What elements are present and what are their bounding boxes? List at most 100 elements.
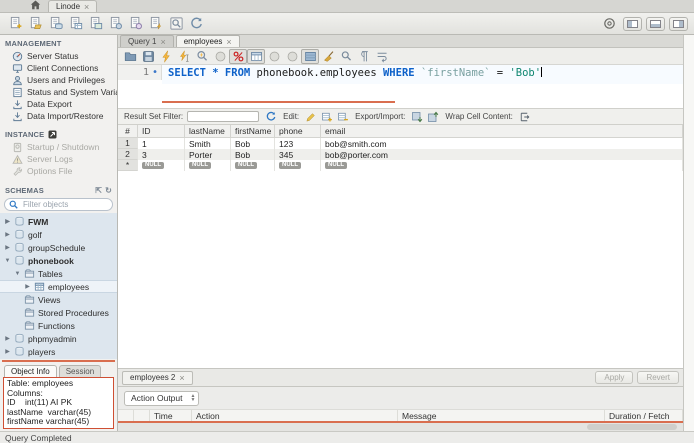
table-row[interactable]: * NULL NULL NULL NULL NULL <box>118 160 683 171</box>
connection-tab-linode[interactable]: Linode × <box>48 0 98 12</box>
grid-cell[interactable]: 123 <box>275 138 321 149</box>
commit-icon[interactable] <box>265 49 283 64</box>
expand-schemas-icon[interactable]: ⇱ <box>95 186 102 195</box>
reconnect-dbms-icon[interactable] <box>186 15 206 32</box>
grid-cell[interactable]: bob@smith.com <box>321 138 683 149</box>
sidebar-item-server-logs[interactable]: Server Logs <box>0 153 117 165</box>
toggle-bottom-panel-icon[interactable] <box>646 16 665 31</box>
grid-cell[interactable]: Bob <box>231 149 275 160</box>
execute-icon[interactable] <box>157 49 175 64</box>
insert-row-icon[interactable] <box>319 110 335 124</box>
rollback-icon[interactable] <box>283 49 301 64</box>
grid-cell[interactable]: NULL <box>138 160 185 171</box>
scrollbar-thumb[interactable] <box>587 424 677 430</box>
create-view-icon[interactable] <box>86 15 106 32</box>
save-script-icon[interactable] <box>139 49 157 64</box>
home-tab[interactable] <box>22 0 48 12</box>
sidebar-item-data-export[interactable]: Data Export <box>0 98 117 110</box>
open-sql-script-icon[interactable] <box>26 15 46 32</box>
tree-item-stored-procedures[interactable]: Stored Procedures <box>0 306 117 319</box>
sidebar-divider[interactable] <box>2 360 115 362</box>
grid-cell[interactable]: NULL <box>275 160 321 171</box>
tab-object-info[interactable]: Object Info <box>4 365 57 377</box>
output-scrollbar[interactable] <box>118 423 683 431</box>
import-records-icon[interactable] <box>425 110 441 124</box>
wrap-text-icon[interactable] <box>373 49 391 64</box>
schema-filter-input[interactable] <box>21 199 101 210</box>
tree-item-groupschedule[interactable]: ▶ groupSchedule <box>0 241 117 254</box>
tab-session[interactable]: Session <box>58 365 102 377</box>
create-trigger-icon[interactable] <box>146 15 166 32</box>
tree-item-golf[interactable]: ▶ golf <box>0 228 117 241</box>
export-recordset-icon[interactable] <box>409 110 425 124</box>
apply-button[interactable]: Apply <box>595 371 634 384</box>
find-icon[interactable] <box>337 49 355 64</box>
result-tab-employees-2[interactable]: employees 2 × <box>122 370 193 385</box>
create-table-icon[interactable] <box>66 15 86 32</box>
search-table-data-icon[interactable] <box>166 15 186 32</box>
new-sql-tab-icon[interactable] <box>6 15 26 32</box>
toggle-left-panel-icon[interactable] <box>623 16 642 31</box>
tree-item-views[interactable]: Views <box>0 293 117 306</box>
tab-employees[interactable]: employees × <box>175 35 240 47</box>
chevron-right-icon[interactable]: ▶ <box>4 231 11 238</box>
sql-code-editor[interactable]: 1 • SELECT * FROM phonebook.employees WHE… <box>118 65 683 103</box>
grid-cell[interactable]: 1 <box>138 138 185 149</box>
clear-query-icon[interactable] <box>319 49 337 64</box>
toggle-autocommit-icon[interactable] <box>229 48 247 64</box>
sidebar-item-data-import-restore[interactable]: Data Import/Restore <box>0 110 117 122</box>
tab-query-1[interactable]: Query 1 × <box>120 35 174 47</box>
tree-item-fwm[interactable]: ▶ FWM <box>0 215 117 228</box>
grid-cell[interactable]: 3 <box>138 149 185 160</box>
sidebar-item-startup-shutdown[interactable]: Startup / Shutdown <box>0 141 117 153</box>
chevron-right-icon[interactable]: ▶ <box>4 244 11 251</box>
refresh-icon[interactable] <box>263 110 279 124</box>
grid-cell[interactable]: Bob <box>231 138 275 149</box>
toggle-limit-rows-icon[interactable] <box>301 48 319 64</box>
toggle-right-panel-icon[interactable] <box>669 16 688 31</box>
close-icon[interactable]: × <box>226 37 231 46</box>
tree-item-phpmyadmin[interactable]: ▶ phpmyadmin <box>0 332 117 345</box>
chevron-down-icon[interactable]: ▼ <box>14 271 21 277</box>
grid-cell[interactable]: Smith <box>185 138 231 149</box>
grid-cell[interactable]: NULL <box>321 160 683 171</box>
explain-icon[interactable] <box>193 49 211 64</box>
chevron-right-icon[interactable]: ▶ <box>4 348 11 355</box>
create-procedure-icon[interactable] <box>106 15 126 32</box>
tree-item-functions[interactable]: Functions <box>0 319 117 332</box>
selector-spinner-icon[interactable]: ▲ ▼ <box>191 394 196 403</box>
result-filter-input[interactable] <box>187 111 260 122</box>
grid-cell[interactable]: NULL <box>231 160 275 171</box>
close-icon[interactable]: × <box>179 373 184 382</box>
chevron-right-icon[interactable]: ▶ <box>4 335 11 342</box>
tree-item-scavenger[interactable]: ▶scavenger <box>0 358 117 359</box>
grid-cell[interactable]: Porter <box>185 149 231 160</box>
chevron-right-icon[interactable]: ▶ <box>4 218 11 225</box>
open-script-icon[interactable] <box>121 49 139 64</box>
sidebar-item-client-connections[interactable]: Client Connections <box>0 62 117 74</box>
sidebar-item-users-and-privileges[interactable]: Users and Privileges <box>0 74 117 86</box>
tree-item-phonebook[interactable]: ▼ phonebook <box>0 254 117 267</box>
sidebar-item-server-status[interactable]: Server Status <box>0 50 117 62</box>
sidebar-item-status-and-system-variables[interactable]: Status and System Variables <box>0 86 117 98</box>
grid-cell[interactable]: bob@porter.com <box>321 149 683 160</box>
execute-current-icon[interactable] <box>175 49 193 64</box>
wrap-cell-icon[interactable] <box>517 110 533 124</box>
create-schema-icon[interactable] <box>46 15 66 32</box>
table-row[interactable]: 1 1 Smith Bob 123 bob@smith.com <box>118 138 683 149</box>
revert-button[interactable]: Revert <box>637 371 679 384</box>
table-row[interactable]: 2 3 Porter Bob 345 bob@porter.com <box>118 149 683 160</box>
grid-cell[interactable]: 1 <box>118 138 138 149</box>
edit-record-icon[interactable] <box>303 110 319 124</box>
tree-item-players[interactable]: ▶ players <box>0 345 117 358</box>
invisible-chars-icon[interactable] <box>355 49 373 64</box>
refresh-schemas-icon[interactable]: ↻ <box>105 186 112 195</box>
grid-cell[interactable]: 2 <box>118 149 138 160</box>
sidebar-item-options-file[interactable]: Options File <box>0 165 117 177</box>
close-icon[interactable]: × <box>160 37 165 46</box>
collapsed-right-panel[interactable] <box>683 35 694 431</box>
stop-icon[interactable] <box>211 49 229 64</box>
chevron-down-icon[interactable]: ▼ <box>4 258 11 264</box>
create-function-icon[interactable] <box>126 15 146 32</box>
grid-cell[interactable]: * <box>118 160 138 171</box>
